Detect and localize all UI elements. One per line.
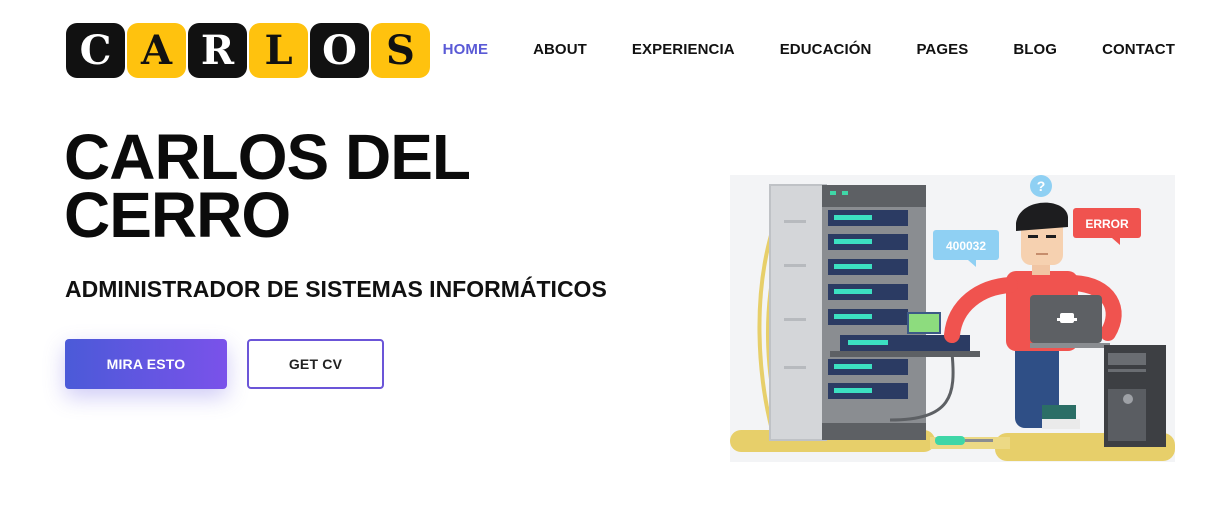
- hero-title-line1: CARLOS DEL: [64, 121, 471, 193]
- mira-esto-button[interactable]: MIRA ESTO: [65, 339, 227, 389]
- nav-item-about[interactable]: ABOUT: [533, 41, 587, 58]
- logo-letter-r: R: [188, 23, 247, 78]
- nav-item-experiencia[interactable]: EXPERIENCIA: [632, 41, 735, 58]
- logo-letter-o: O: [310, 23, 369, 78]
- server-rack-icon: [769, 184, 926, 441]
- site-logo[interactable]: C A R L O S: [66, 23, 432, 78]
- sysadmin-illustration: 400032 ERROR ?: [730, 175, 1175, 462]
- nav-item-blog[interactable]: BLOG: [1013, 41, 1057, 58]
- question-mark-text: ?: [1037, 178, 1046, 194]
- nav-item-pages[interactable]: PAGES: [916, 41, 968, 58]
- nav-item-contact[interactable]: CONTACT: [1102, 41, 1175, 58]
- main-nav: HOME ABOUT EXPERIENCIA EDUCACIÓN PAGES B…: [443, 41, 1175, 58]
- pc-tower-icon: [1104, 345, 1166, 447]
- question-bubble: ?: [1030, 175, 1052, 197]
- hero-subtitle: ADMINISTRADOR DE SISTEMAS INFORMÁTICOS: [65, 276, 607, 302]
- nav-item-home[interactable]: HOME: [443, 41, 488, 58]
- logo-letter-s: S: [371, 23, 430, 78]
- bubble-error-text: ERROR: [1085, 217, 1129, 231]
- logo-letter-l: L: [249, 23, 308, 78]
- hero-title-line2: CERRO: [64, 179, 291, 251]
- hero-title: CARLOS DEL CERRO: [64, 121, 624, 251]
- get-cv-button[interactable]: GET CV: [247, 339, 384, 389]
- logo-letter-a: A: [127, 23, 186, 78]
- illustration-svg: 400032 ERROR ?: [730, 175, 1175, 462]
- bubble-code-text: 400032: [946, 239, 986, 253]
- laptop-icon: [1030, 295, 1110, 348]
- logo-letter-c: C: [66, 23, 125, 78]
- nav-item-educacion[interactable]: EDUCACIÓN: [780, 41, 872, 58]
